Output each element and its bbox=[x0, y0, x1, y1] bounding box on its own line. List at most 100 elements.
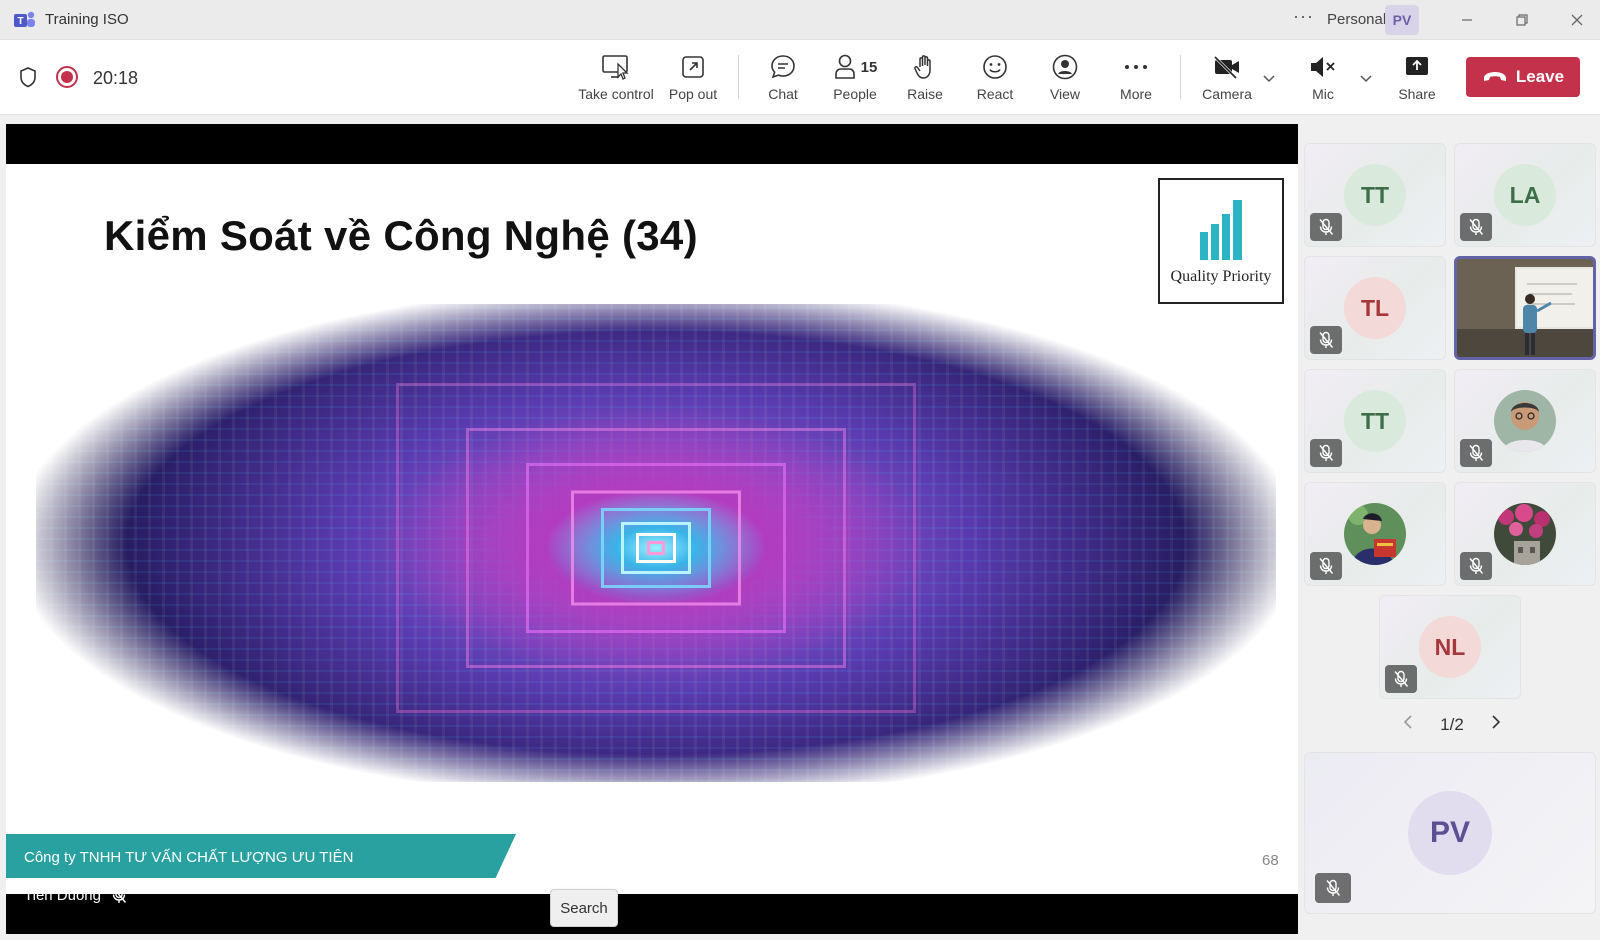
pop-out-icon bbox=[680, 50, 706, 84]
svg-text:T: T bbox=[17, 16, 23, 27]
mic-off-icon bbox=[1310, 439, 1342, 467]
leave-label: Leave bbox=[1515, 67, 1565, 86]
quality-priority-logo: Quality Priority bbox=[1158, 178, 1284, 304]
presentation-slide: Kiểm Soát về Công Nghệ (34) Quality Prio… bbox=[6, 164, 1298, 894]
take-control-label: Take control bbox=[578, 86, 654, 102]
mic-off-icon bbox=[1460, 213, 1492, 241]
camera-options-chevron-icon[interactable] bbox=[1262, 70, 1276, 88]
participant-avatar: NL bbox=[1419, 616, 1481, 678]
leave-button[interactable]: Leave bbox=[1466, 57, 1580, 97]
mic-off-icon bbox=[1460, 439, 1492, 467]
logo-caption: Quality Priority bbox=[1170, 268, 1272, 285]
mic-off-icon bbox=[112, 886, 127, 903]
camera-button[interactable]: Camera bbox=[1200, 50, 1254, 110]
meeting-toolbar: 20:18 Take control Pop out Chat 15 Peopl… bbox=[0, 40, 1600, 115]
meeting-timer: 20:18 bbox=[93, 68, 139, 88]
mic-off-icon bbox=[1310, 326, 1342, 354]
account-label[interactable]: Personal bbox=[1327, 11, 1386, 28]
camera-label: Camera bbox=[1202, 86, 1252, 102]
chat-button[interactable]: Chat bbox=[763, 50, 803, 110]
speaker-muted-icon bbox=[1308, 50, 1338, 84]
people-count: 15 bbox=[860, 58, 878, 76]
share-screen-icon bbox=[1403, 50, 1431, 84]
participant-avatar: LA bbox=[1494, 164, 1556, 226]
take-control-button[interactable]: Take control bbox=[577, 50, 655, 110]
self-avatar: PV bbox=[1408, 791, 1492, 875]
mic-off-icon bbox=[1310, 213, 1342, 241]
pop-out-label: Pop out bbox=[668, 86, 718, 102]
bar-chart-logo-icon bbox=[1200, 200, 1242, 260]
react-button[interactable]: React bbox=[975, 50, 1015, 110]
page-indicator: 1/2 bbox=[1440, 714, 1464, 734]
mic-label: Mic bbox=[1312, 86, 1334, 102]
more-label: More bbox=[1120, 86, 1152, 102]
title-bar: T Training ISO ··· Personal PV bbox=[0, 0, 1600, 40]
participant-photo bbox=[1494, 390, 1556, 452]
participant-photo bbox=[1344, 503, 1406, 565]
people-icon: 15 bbox=[833, 50, 878, 84]
slide-footer-company: Công ty TNHH TƯ VẤN CHẤT LƯỢNG ƯU TIÊN bbox=[24, 849, 354, 866]
mic-button[interactable]: Mic bbox=[1306, 50, 1340, 110]
participant-avatar: TT bbox=[1344, 164, 1406, 226]
participant-video-feed bbox=[1457, 259, 1593, 357]
search-tooltip[interactable]: Search bbox=[550, 889, 618, 927]
raise-hand-button[interactable]: Raise bbox=[906, 50, 944, 110]
participant-tile[interactable]: TT bbox=[1304, 369, 1446, 473]
window-title: Training ISO bbox=[45, 11, 129, 28]
more-icon bbox=[1123, 50, 1149, 84]
participant-video-tile[interactable] bbox=[1454, 256, 1596, 360]
minimize-icon[interactable] bbox=[1455, 8, 1479, 32]
mic-off-icon bbox=[1310, 552, 1342, 580]
participant-photo bbox=[1494, 503, 1556, 565]
react-label: React bbox=[976, 86, 1014, 102]
toolbar-divider bbox=[738, 55, 739, 99]
participant-tile[interactable] bbox=[1304, 482, 1446, 586]
account-avatar[interactable]: PV bbox=[1385, 5, 1419, 35]
view-button[interactable]: View bbox=[1047, 50, 1083, 110]
close-icon[interactable] bbox=[1565, 8, 1589, 32]
slide-page-number: 68 bbox=[1262, 852, 1279, 869]
chevron-left-icon[interactable] bbox=[1402, 714, 1414, 735]
take-control-icon bbox=[601, 50, 631, 84]
mic-options-chevron-icon[interactable] bbox=[1359, 70, 1373, 88]
share-button[interactable]: Share bbox=[1397, 50, 1437, 110]
raise-label: Raise bbox=[907, 86, 943, 102]
slide-title: Kiểm Soát về Công Nghệ (34) bbox=[104, 212, 698, 259]
shield-icon bbox=[18, 66, 38, 93]
participant-tile[interactable] bbox=[1454, 482, 1596, 586]
teams-logo-icon: T bbox=[14, 11, 35, 27]
chat-label: Chat bbox=[768, 86, 798, 102]
more-button[interactable]: More bbox=[1116, 50, 1156, 110]
smiley-icon bbox=[981, 50, 1009, 84]
chevron-right-icon[interactable] bbox=[1490, 714, 1502, 735]
people-button[interactable]: 15 People bbox=[826, 50, 884, 110]
participant-avatar: TL bbox=[1344, 277, 1406, 339]
self-view-tile[interactable]: PV bbox=[1304, 752, 1596, 914]
camera-off-icon bbox=[1212, 50, 1242, 84]
chat-icon bbox=[769, 50, 797, 84]
recording-icon bbox=[56, 66, 78, 88]
mic-off-icon bbox=[1315, 873, 1351, 903]
ellipsis-icon[interactable]: ··· bbox=[1293, 6, 1314, 27]
raise-hand-icon bbox=[912, 50, 938, 84]
participant-tile[interactable]: TL bbox=[1304, 256, 1446, 360]
mic-off-icon bbox=[1385, 665, 1417, 693]
technology-tunnel-image bbox=[36, 304, 1276, 782]
view-icon bbox=[1051, 50, 1079, 84]
participant-tile[interactable]: NL bbox=[1379, 595, 1521, 699]
pop-out-button[interactable]: Pop out bbox=[668, 50, 718, 110]
gallery-pager: 1/2 bbox=[1402, 714, 1502, 735]
participant-avatar: TT bbox=[1344, 390, 1406, 452]
participant-tile[interactable]: TT bbox=[1304, 143, 1446, 247]
share-label: Share bbox=[1398, 86, 1436, 102]
presenter-label: Tien Duong bbox=[24, 886, 127, 904]
people-label: People bbox=[833, 86, 877, 102]
participant-tile[interactable] bbox=[1454, 369, 1596, 473]
participant-tile[interactable]: LA bbox=[1454, 143, 1596, 247]
presenter-name: Tien Duong bbox=[24, 886, 101, 904]
mic-off-icon bbox=[1460, 552, 1492, 580]
hang-up-icon bbox=[1483, 72, 1506, 81]
shared-content-stage: Kiểm Soát về Công Nghệ (34) Quality Prio… bbox=[6, 124, 1298, 934]
restore-icon[interactable] bbox=[1510, 8, 1534, 32]
toolbar-divider bbox=[1180, 55, 1181, 99]
